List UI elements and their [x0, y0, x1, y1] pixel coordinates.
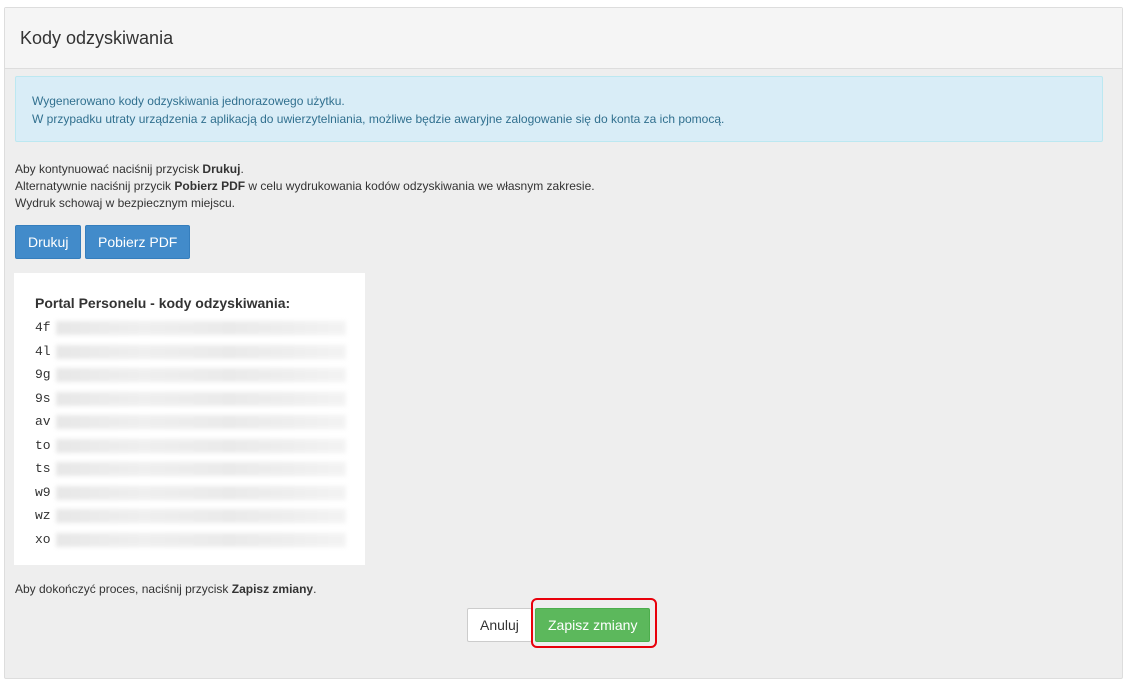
- redacted-code-blur: [56, 344, 346, 359]
- alert-line-2: W przypadku utraty urządzenia z aplikacj…: [32, 112, 725, 126]
- redacted-code-blur: [56, 438, 346, 453]
- recovery-code-item: 9s: [35, 387, 365, 411]
- instruction-line-1: Aby kontynuować naciśnij przycisk Drukuj…: [15, 161, 595, 178]
- alert-line-1: Wygenerowano kody odzyskiwania jednorazo…: [32, 94, 345, 108]
- redacted-code-blur: [56, 485, 346, 500]
- recovery-code-item: av: [35, 410, 365, 434]
- recovery-code-item: ts: [35, 457, 365, 481]
- codes-title: Portal Personelu - kody odzyskiwania:: [35, 295, 291, 311]
- instructions: Aby kontynuować naciśnij przycisk Drukuj…: [15, 161, 595, 212]
- finish-text: .: [313, 582, 317, 596]
- instruction-bold: Drukuj: [202, 162, 241, 176]
- recovery-code-item: xo: [35, 528, 365, 552]
- instruction-text: Aby kontynuować naciśnij przycisk: [15, 162, 203, 176]
- save-changes-button[interactable]: Zapisz zmiany: [535, 608, 651, 642]
- recovery-code-text: wz: [35, 508, 51, 523]
- recovery-code-text: 4f: [35, 320, 51, 335]
- redacted-code-blur: [56, 321, 346, 335]
- recovery-code-item: 4l: [35, 340, 365, 364]
- recovery-code-item: w9: [35, 481, 365, 505]
- redacted-code-blur: [56, 462, 346, 476]
- redacted-code-blur: [56, 509, 346, 523]
- recovery-code-text: xo: [35, 531, 51, 547]
- redacted-code-blur: [56, 368, 346, 382]
- recovery-code-text: 9s: [35, 390, 51, 406]
- recovery-code-text: to: [35, 437, 51, 453]
- recovery-code-text: 9g: [35, 367, 51, 382]
- instruction-text: Alternatywnie naciśnij przycik: [15, 179, 175, 193]
- redacted-code-blur: [56, 391, 346, 406]
- redacted-code-blur: [56, 532, 346, 547]
- recovery-code-item: 9g: [35, 363, 365, 387]
- cancel-button[interactable]: Anuluj: [467, 608, 532, 642]
- instruction-text: .: [240, 162, 244, 176]
- panel-heading: Kody odzyskiwania: [5, 8, 1122, 69]
- recovery-code-item: to: [35, 434, 365, 458]
- finish-bold: Zapisz zmiany: [231, 582, 314, 596]
- print-button[interactable]: Drukuj: [15, 225, 82, 259]
- recovery-codes-box: Portal Personelu - kody odzyskiwania: 4f…: [14, 273, 365, 565]
- recovery-code-item: 4f: [35, 316, 365, 340]
- finish-instruction: Aby dokończyć proces, naciśnij przycisk …: [15, 581, 316, 598]
- redacted-code-blur: [56, 415, 346, 429]
- recovery-code-item: wz: [35, 504, 365, 528]
- instruction-text: w celu wydrukowania kodów odzyskiwania w…: [245, 179, 595, 193]
- instruction-line-2: Alternatywnie naciśnij przycik Pobierz P…: [15, 178, 595, 195]
- codes-list: 4f 4l 9g 9s av to ts w9 wz xo: [35, 316, 365, 551]
- recovery-code-text: ts: [35, 461, 51, 476]
- recovery-code-text: av: [35, 414, 51, 429]
- recovery-code-text: 4l: [35, 343, 51, 359]
- page-title: Kody odzyskiwania: [20, 27, 174, 48]
- info-alert: Wygenerowano kody odzyskiwania jednorazo…: [15, 76, 1103, 142]
- recovery-code-text: w9: [35, 484, 51, 500]
- instruction-line-3: Wydruk schowaj w bezpiecznym miejscu.: [15, 196, 235, 210]
- download-pdf-button[interactable]: Pobierz PDF: [85, 225, 191, 259]
- instruction-bold: Pobierz PDF: [174, 179, 246, 193]
- finish-text: Aby dokończyć proces, naciśnij przycisk: [15, 582, 232, 596]
